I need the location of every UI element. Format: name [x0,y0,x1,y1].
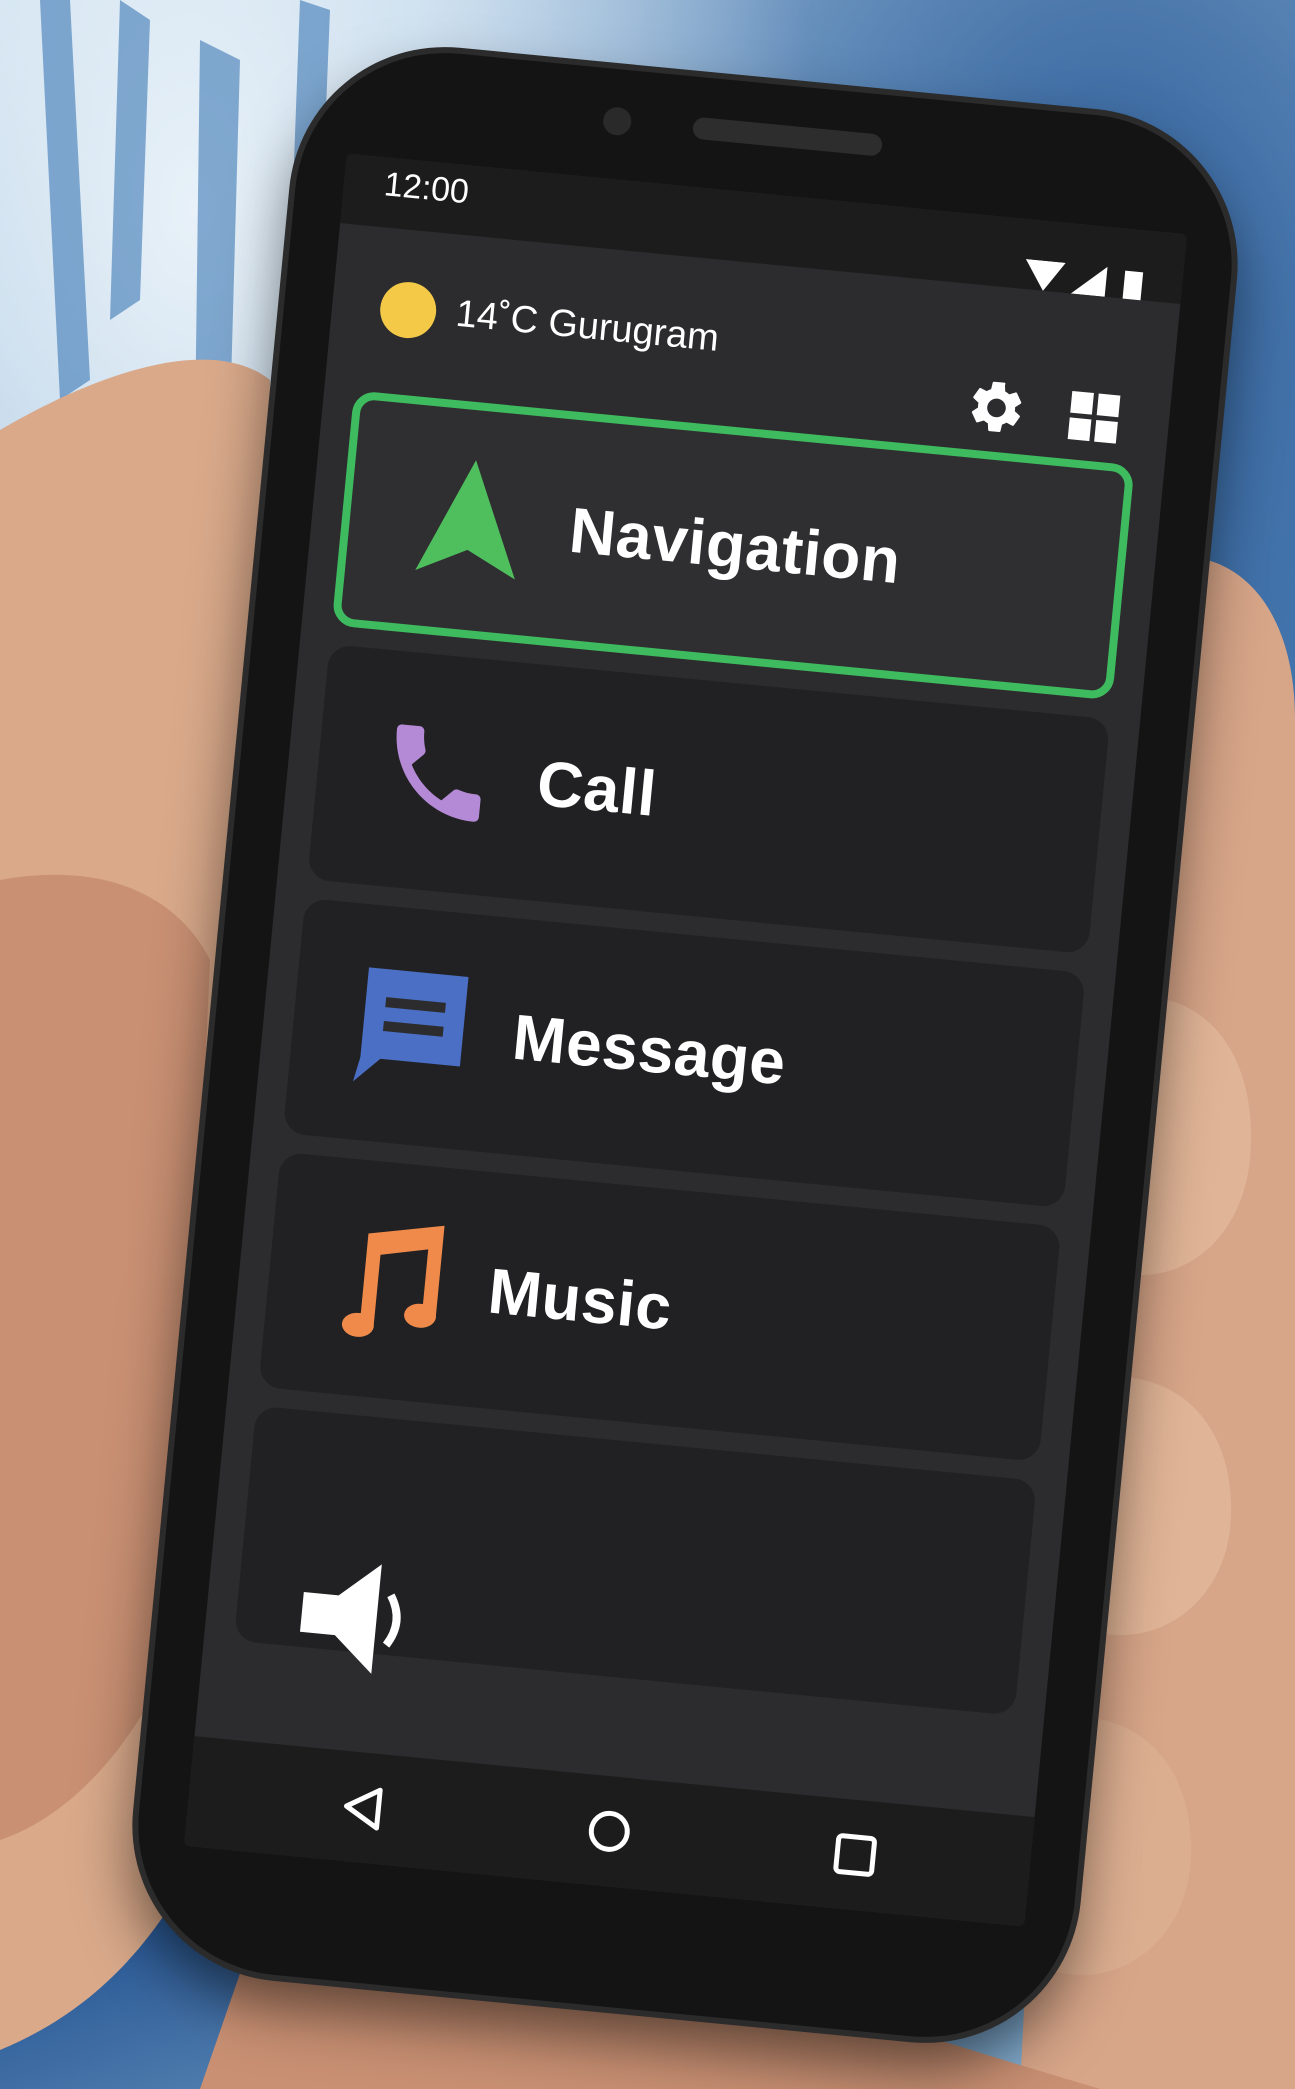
tile-volume[interactable] [233,1405,1037,1716]
phone-screen: 12:00 14˚C Gurugram Navigation Call Mess… [183,153,1188,1927]
tile-message[interactable]: Message [282,897,1086,1208]
battery-icon [1122,270,1144,303]
music-note-icon [341,1225,445,1337]
message-icon [352,967,469,1082]
navigation-arrow-icon [415,460,515,580]
phone-icon [396,724,481,822]
front-camera [601,105,633,137]
grid-icon[interactable] [1062,386,1125,449]
tile-music[interactable]: Music [258,1151,1062,1462]
tile-call[interactable]: Call [307,644,1111,955]
navigation-bar [183,1736,1035,1927]
back-triangle-icon[interactable] [336,1780,391,1835]
weather-text: 14˚C Gurugram [454,292,721,360]
signal-icon [1070,266,1108,297]
weather-sun-icon [377,279,439,341]
tile-label-navigation: Navigation [566,493,904,598]
wifi-icon [1025,259,1066,291]
status-time: 12:00 [382,165,471,212]
gear-icon[interactable] [963,374,1031,442]
phone-device: 12:00 14˚C Gurugram Navigation Call Mess… [124,39,1246,2051]
volume-icon [300,1563,401,1674]
recents-square-icon[interactable] [828,1828,883,1883]
tile-label-message: Message [509,1000,790,1099]
tile-label-music: Music [485,1254,676,1344]
tile-label-call: Call [534,746,660,830]
earpiece-speaker [691,116,884,157]
home-circle-icon[interactable] [582,1804,637,1859]
